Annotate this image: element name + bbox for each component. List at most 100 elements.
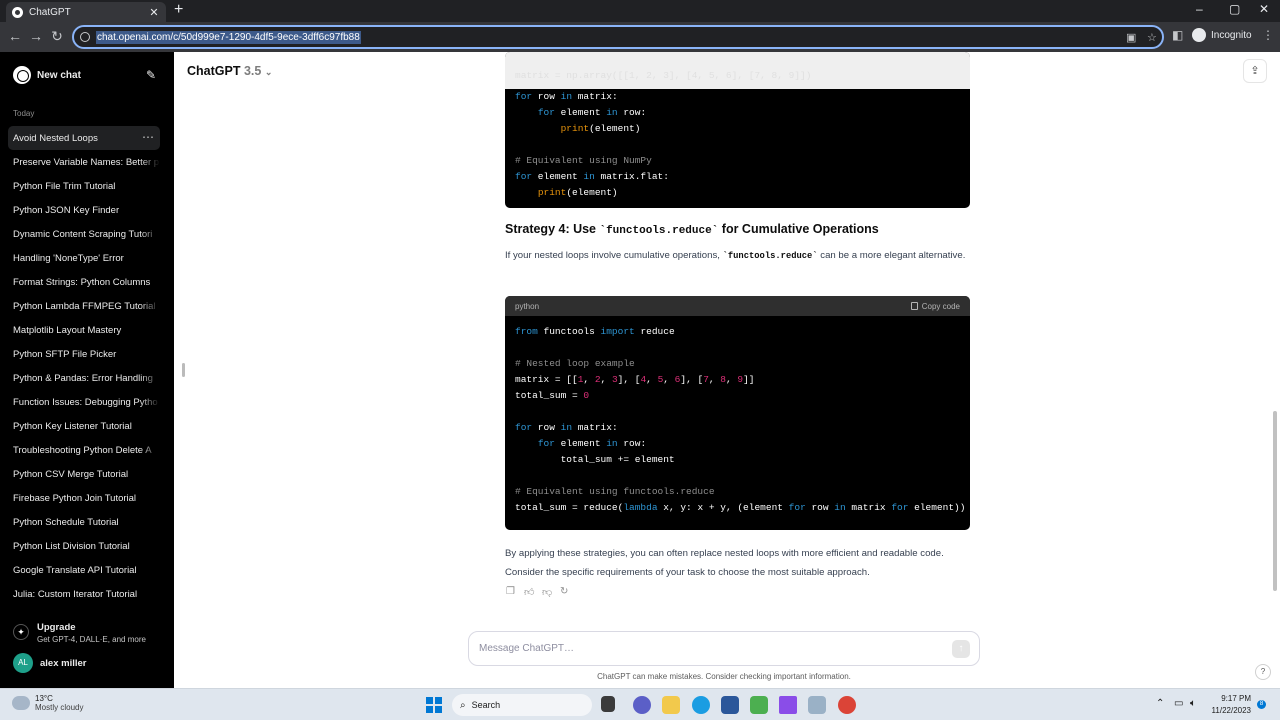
chat-item[interactable]: Julia: Custom Iterator Tutorial [8, 582, 160, 606]
weather-widget[interactable]: 13°C Mostly cloudy [12, 693, 83, 712]
photos-app-icon[interactable] [808, 696, 826, 714]
chat-item[interactable]: Python CSV Merge Tutorial [8, 462, 160, 486]
chat-item[interactable]: Python SFTP File Picker [8, 342, 160, 366]
task-view-icon[interactable] [601, 696, 615, 712]
chevron-up-icon[interactable]: ⌃ [1156, 698, 1164, 709]
incognito-indicator[interactable]: Incognito [1192, 28, 1252, 42]
chat-item[interactable]: Preserve Variable Names: Better p [8, 150, 160, 174]
windows-start-icon[interactable] [426, 697, 442, 713]
notification-badge[interactable]: 8 [1257, 700, 1266, 709]
side-panel-icon[interactable]: ◧ [1172, 28, 1183, 42]
message-actions: ❐ 👍︎ 👎︎ ↻ [506, 586, 578, 598]
share-icon[interactable]: ⇪ [1243, 59, 1267, 83]
chat-item[interactable]: Python & Pandas: Error Handling [8, 366, 160, 390]
chat-item[interactable]: Firebase Python Join Tutorial [8, 486, 160, 510]
help-icon[interactable]: ? [1255, 664, 1271, 680]
thumbs-down-icon[interactable]: 👎︎ [542, 586, 560, 598]
chatgpt-favicon-icon [12, 6, 23, 18]
cloud-icon [12, 693, 30, 710]
qr-code-icon[interactable]: ▣ [1126, 31, 1136, 44]
chat-item-label: Dynamic Content Scraping Tutori [13, 228, 153, 240]
network-icon[interactable]: ▭ [1174, 698, 1183, 709]
copy-icon[interactable]: ❐ [506, 586, 524, 598]
code-block-header: python Copy code [505, 296, 970, 316]
vpn-app-icon[interactable] [779, 696, 797, 714]
chat-item[interactable]: Python List Division Tutorial [8, 534, 160, 558]
browser-tab-bar: ChatGPT ✕ + – ▢ ✕ [0, 0, 1280, 22]
user-menu[interactable]: AL alex miller [13, 653, 86, 673]
chat-item-label: Firebase Python Join Tutorial [13, 492, 137, 504]
thumbs-up-icon[interactable]: 👍︎ [524, 586, 542, 598]
chat-item-label: Julia: Custom Iterator Tutorial [13, 588, 138, 600]
openai-logo-icon [13, 66, 31, 84]
site-info-icon[interactable] [80, 32, 90, 42]
new-chat-button[interactable]: New chat ✎ [8, 64, 160, 86]
chat-item[interactable]: Google Translate API Tutorial [8, 558, 160, 582]
volume-icon[interactable]: 🔈︎ [1190, 698, 1196, 709]
search-label: Search [471, 700, 501, 710]
minimize-button[interactable]: – [1196, 2, 1203, 16]
chat-item-label: Google Translate API Tutorial [13, 564, 137, 576]
forward-arrow-icon[interactable]: → [28, 28, 44, 44]
chat-item[interactable]: Python JSON Key Finder [8, 198, 160, 222]
tab-title: ChatGPT [29, 6, 71, 18]
chevron-down-icon: ⌄ [264, 67, 273, 77]
chat-item[interactable]: Python File Trim Tutorial [8, 174, 160, 198]
chat-item-label: Python & Pandas: Error Handling [13, 372, 153, 384]
browser-tab[interactable]: ChatGPT ✕ [6, 2, 166, 22]
chat-item[interactable]: Python Key Listener Tutorial [8, 414, 160, 438]
url-text[interactable]: chat.openai.com/c/50d999e7-1290-4df5-9ec… [96, 30, 361, 44]
chat-item-label: Python SFTP File Picker [13, 348, 117, 360]
chat-item[interactable]: Format Strings: Python Columns [8, 270, 160, 294]
chat-item[interactable]: Python Lambda FFMPEG Tutorial [8, 294, 160, 318]
copy-code-label: Copy code [921, 301, 960, 311]
close-window-button[interactable]: ✕ [1259, 2, 1269, 16]
user-name: alex miller [40, 657, 87, 669]
sparkle-icon: ✦ [13, 624, 29, 640]
message-input-placeholder: Message ChatGPT… [479, 643, 575, 654]
file-explorer-icon[interactable] [662, 696, 680, 714]
chat-item[interactable]: Avoid Nested Loops ⋯ [8, 126, 160, 150]
reload-icon[interactable]: ↻ [49, 28, 65, 45]
send-arrow-icon[interactable]: ↑ [952, 640, 970, 658]
paragraph-text-suffix: can be a more elegant alternative. [817, 250, 966, 261]
restore-button[interactable]: ▢ [1229, 2, 1240, 16]
store-icon[interactable] [721, 696, 739, 714]
model-version: 3.5 [243, 64, 262, 78]
heading-code: `functools.reduce` [599, 225, 719, 237]
taskbar-search[interactable]: ⌕ Search [452, 694, 592, 716]
chat-item[interactable]: Matplotlib Layout Mastery [8, 318, 160, 342]
chat-item-label: Python JSON Key Finder [13, 204, 120, 216]
edit-icon[interactable]: ✎ [146, 68, 160, 82]
chat-item[interactable]: Handling 'NoneType' Error [8, 246, 160, 270]
options-dots-icon[interactable]: ⋯ [142, 130, 154, 144]
chat-app-icon[interactable] [633, 696, 651, 714]
bookmark-star-icon[interactable]: ☆ [1147, 31, 1157, 44]
faded-code-line: matrix = np.array([[1, 2, 3], [4, 5, 6],… [505, 70, 970, 88]
chat-item-label: Avoid Nested Loops [13, 132, 98, 144]
message-input[interactable]: Message ChatGPT… ↑ [468, 631, 980, 666]
back-arrow-icon[interactable]: ← [7, 28, 23, 44]
upgrade-button[interactable]: ✦ Upgrade Get GPT-4, DALL·E, and more [13, 622, 163, 644]
scrollbar[interactable] [1273, 411, 1277, 591]
chat-item[interactable]: Function Issues: Debugging Pytho [8, 390, 160, 414]
tab-close-icon[interactable]: ✕ [148, 6, 160, 19]
clock[interactable]: 9:17 PM 11/22/2023 [1207, 693, 1251, 717]
notepad-app-icon[interactable] [750, 696, 768, 714]
chat-item[interactable]: Python Schedule Tutorial [8, 510, 160, 534]
inline-code: `functools.reduce` [722, 251, 818, 261]
chat-item[interactable]: Troubleshooting Python Delete A [8, 438, 160, 462]
time: 9:17 PM [1221, 694, 1251, 703]
menu-kebab-icon[interactable]: ⋮ [1262, 28, 1274, 42]
address-bar[interactable]: chat.openai.com/c/50d999e7-1290-4df5-9ec… [72, 25, 1164, 49]
model-selector[interactable]: ChatGPT 3.5 ⌄ [187, 64, 272, 78]
copy-code-button[interactable]: Copy code [910, 301, 960, 311]
upgrade-subtitle: Get GPT-4, DALL·E, and more [37, 635, 146, 644]
code-block-reduce: python Copy code from functools import r… [505, 296, 970, 530]
sidebar-toggle-handle[interactable] [182, 363, 185, 377]
edge-browser-icon[interactable] [692, 696, 710, 714]
chrome-icon[interactable] [838, 696, 856, 714]
regenerate-icon[interactable]: ↻ [560, 586, 578, 598]
new-tab-button[interactable]: + [174, 1, 183, 19]
chat-item[interactable]: Dynamic Content Scraping Tutori [8, 222, 160, 246]
